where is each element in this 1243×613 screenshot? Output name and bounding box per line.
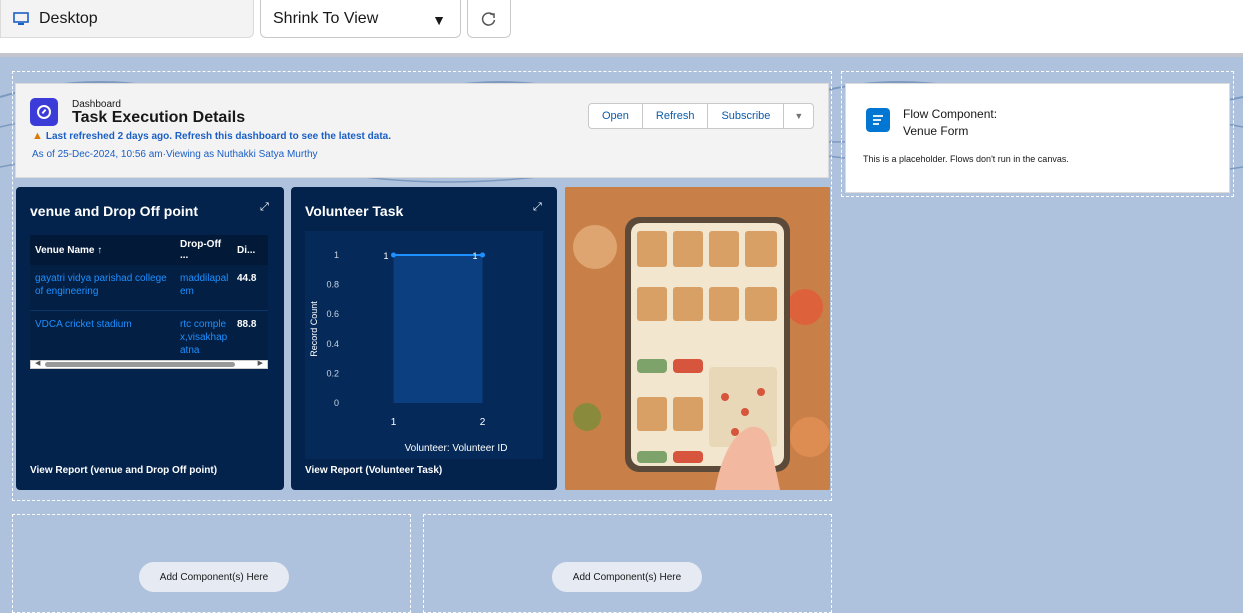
table-header: Venue Name ↑ Drop-Off ... Di... — [30, 235, 268, 265]
refresh-icon — [481, 11, 496, 26]
scroll-right-icon[interactable]: ▶ — [258, 359, 263, 367]
venue-view-report-link[interactable]: View Report (venue and Drop Off point) — [30, 465, 217, 476]
data-label: 1 — [383, 251, 388, 261]
data-point — [391, 252, 396, 258]
table-row: VDCA cricket stadium rtc complex,visakha… — [30, 311, 268, 356]
distance-cell: 44.8 — [237, 273, 257, 284]
device-selector[interactable]: Desktop — [0, 0, 254, 38]
y-tick-label: 0.8 — [326, 280, 339, 290]
scrollbar-thumb[interactable] — [45, 362, 235, 367]
chevron-down-icon: ▼ — [794, 111, 804, 121]
x-tick-label: 2 — [480, 417, 486, 428]
venue-widget-title: venue and Drop Off point — [30, 203, 198, 219]
warning-icon: ▲ — [32, 130, 43, 142]
open-button[interactable]: Open — [589, 104, 643, 128]
food-app-illustration — [565, 187, 830, 490]
refresh-warning: ▲ Last refreshed 2 days ago. Refresh thi… — [32, 130, 391, 142]
dashboard-actions: Open Refresh Subscribe ▼ — [588, 103, 815, 129]
x-tick-label: 1 — [391, 417, 397, 428]
y-axis-label: Record Count — [309, 301, 319, 357]
subscribe-button[interactable]: Subscribe — [708, 104, 785, 128]
flow-title-line1: Flow Component: — [903, 107, 998, 121]
venue-widget[interactable]: venue and Drop Off point ⤢ Venue Name ↑ … — [16, 187, 284, 490]
y-tick-label: 0.2 — [326, 368, 339, 378]
refresh-button[interactable]: Refresh — [643, 104, 709, 128]
data-label: 1 — [472, 251, 477, 261]
empty-region-right: Add Component(s) Here — [423, 514, 832, 613]
volunteer-view-report-link[interactable]: View Report (Volunteer Task) — [305, 465, 442, 476]
dashboard-title: Task Execution Details — [72, 109, 246, 126]
y-tick-label: 0 — [334, 398, 339, 408]
empty-region-left: Add Component(s) Here — [12, 514, 411, 613]
distance-cell: 88.8 — [237, 319, 257, 330]
data-point — [480, 252, 485, 258]
y-tick-label: 1 — [334, 250, 339, 260]
refresh-view-button[interactable] — [467, 0, 511, 38]
refresh-warning-text: Last refreshed 2 days ago. Refresh this … — [45, 130, 391, 142]
venue-cell[interactable]: VDCA cricket stadium — [30, 318, 175, 355]
column-header-distance[interactable]: Di... — [232, 245, 268, 256]
volunteer-widget-title: Volunteer Task — [305, 203, 404, 219]
scroll-left-icon[interactable]: ◀ — [35, 359, 40, 367]
add-component-button[interactable]: Add Component(s) Here — [139, 562, 289, 592]
volunteer-chart: 0 0.2 0.4 0.6 0.8 1 1 2 Record Count Volunteer: V… — [305, 231, 543, 459]
volunteer-widget[interactable]: Volunteer Task ⤢ 0 0.2 0.4 0.6 0.8 1 1 2 Record … — [291, 187, 557, 490]
column-header-venue[interactable]: Venue Name ↑ — [30, 245, 175, 256]
add-component-button[interactable]: Add Component(s) Here — [552, 562, 702, 592]
x-axis-label: Volunteer: Volunteer ID — [405, 443, 508, 454]
view-mode-value: Shrink To View — [273, 9, 379, 27]
expand-icon[interactable]: ⤢ — [533, 201, 542, 214]
flow-component-card[interactable]: Flow Component: Venue Form This is a pla… — [845, 83, 1230, 193]
table-row: gayatri vidya parishad college of engine… — [30, 265, 268, 311]
flow-placeholder-text: This is a placeholder. Flows don't run i… — [863, 154, 1069, 164]
horizontal-scrollbar[interactable]: ◀ ▶ — [30, 360, 268, 369]
expand-icon[interactable]: ⤢ — [260, 201, 269, 214]
dropoff-cell[interactable]: rtc complex,visakhapatna — [175, 318, 232, 356]
y-tick-label: 0.6 — [326, 309, 339, 319]
device-label: Desktop — [39, 9, 98, 27]
flow-title-line2: Venue Form — [903, 124, 969, 138]
builder-toolbar: Desktop Shrink To View ▼ — [0, 0, 1243, 50]
dashboard-canvas: Dashboard Task Execution Details ▲ Last … — [0, 57, 1243, 613]
y-tick-label: 0.4 — [326, 339, 339, 349]
column-header-dropoff[interactable]: Drop-Off ... — [175, 239, 232, 261]
caret-down-icon: ▼ — [432, 12, 446, 28]
venue-table: Venue Name ↑ Drop-Off ... Di... gayatri … — [30, 235, 268, 360]
more-actions-button[interactable]: ▼ — [784, 104, 813, 128]
as-of-text: As of 25-Dec-2024, 10:56 am·Viewing as N… — [32, 149, 318, 160]
chart-area-band — [393, 255, 483, 403]
dashboard-icon — [30, 98, 58, 126]
dashboard-header: Dashboard Task Execution Details ▲ Last … — [15, 83, 829, 178]
flow-icon — [866, 108, 890, 132]
desktop-icon — [13, 11, 29, 25]
venue-cell[interactable]: gayatri vidya parishad college of engine… — [30, 272, 175, 310]
view-mode-select[interactable]: Shrink To View ▼ — [260, 0, 461, 38]
dropoff-cell[interactable]: maddilapalem — [175, 272, 232, 310]
